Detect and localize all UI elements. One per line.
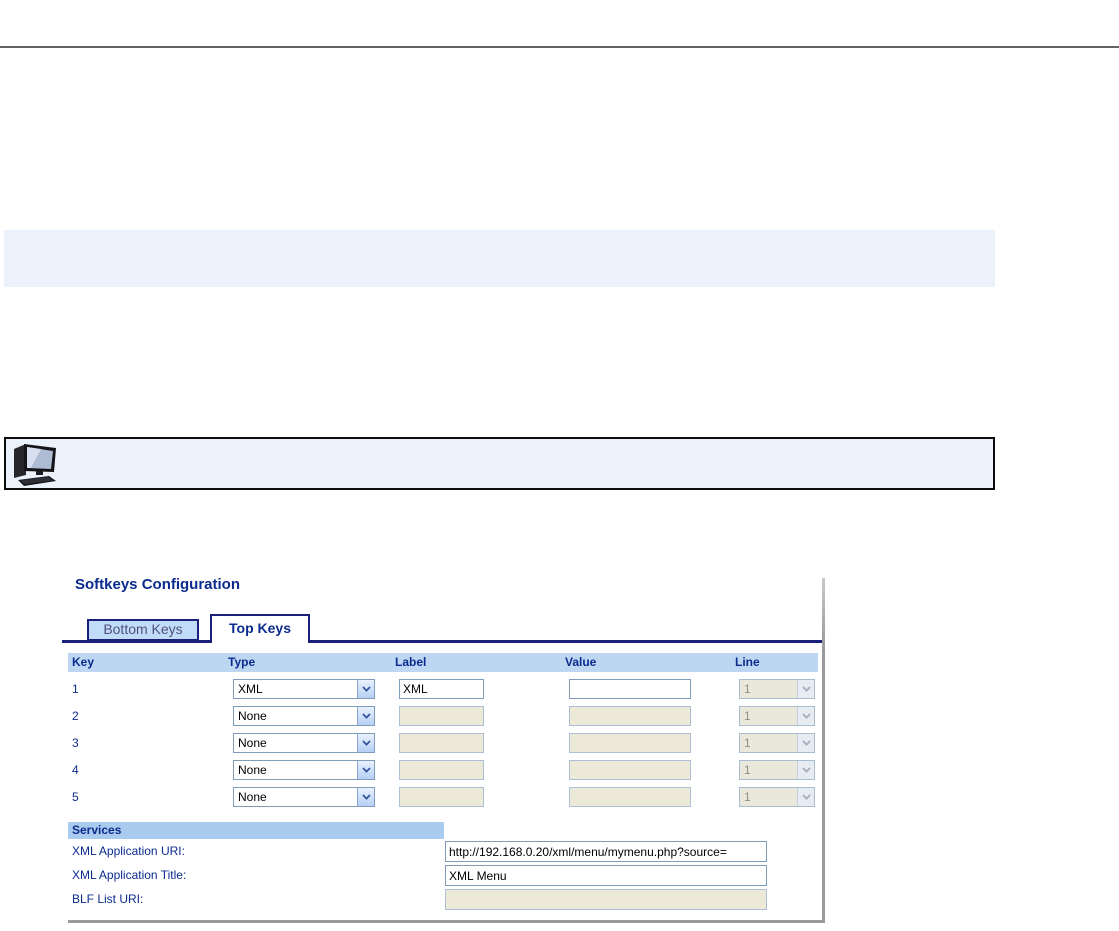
chevron-down-icon [797, 707, 814, 725]
key-number: 2 [72, 709, 79, 723]
form-row: BLF List URI: [68, 889, 818, 910]
column-header-type: Type [228, 655, 256, 669]
page-title: Softkeys Configuration [75, 576, 241, 593]
label-input [399, 733, 484, 753]
line-dropdown-value: 1 [744, 736, 751, 750]
tab-bottom-keys[interactable]: Bottom Keys [87, 619, 199, 641]
line-dropdown: 1 [739, 706, 815, 726]
table-row: 1 XML 1 [68, 679, 818, 700]
line-dropdown: 1 [739, 679, 815, 699]
key-number: 5 [72, 790, 79, 804]
type-dropdown[interactable]: XML [233, 679, 375, 699]
chevron-down-icon [797, 788, 814, 806]
type-dropdown[interactable]: None [233, 733, 375, 753]
blf-list-uri-input [445, 889, 767, 910]
services-title: Services [72, 823, 122, 837]
label-input [399, 787, 484, 807]
table-row: 3 None 1 [68, 733, 818, 754]
column-header-value: Value [565, 655, 597, 669]
type-dropdown-value: None [238, 790, 267, 804]
label-input [399, 760, 484, 780]
line-dropdown: 1 [739, 760, 815, 780]
line-dropdown-value: 1 [744, 709, 751, 723]
value-input [569, 760, 691, 780]
chevron-down-icon[interactable] [357, 734, 374, 752]
blf-list-uri-label: BLF List URI: [72, 892, 144, 906]
line-dropdown: 1 [739, 787, 815, 807]
line-dropdown-value: 1 [744, 790, 751, 804]
table-header-row: Key Type Label Value Line [68, 653, 818, 672]
value-input [569, 706, 691, 726]
key-number: 4 [72, 763, 79, 777]
panel-shadow-right [822, 578, 825, 923]
line-dropdown-value: 1 [744, 682, 751, 696]
key-number: 3 [72, 736, 79, 750]
note-box-with-icon [4, 437, 995, 490]
chevron-down-icon [797, 680, 814, 698]
type-dropdown[interactable]: None [233, 787, 375, 807]
chevron-down-icon[interactable] [357, 761, 374, 779]
key-number: 1 [72, 682, 79, 696]
form-row: XML Application Title: [68, 865, 818, 886]
panel-shadow-bottom [68, 920, 825, 923]
document-page: Softkeys Configuration Bottom Keys Top K… [0, 0, 1119, 931]
column-header-key: Key [72, 655, 95, 669]
type-dropdown-value: None [238, 763, 267, 777]
table-row: 2 None 1 [68, 706, 818, 727]
label-input[interactable] [399, 679, 484, 699]
xml-application-uri-label: XML Application URI: [72, 844, 185, 858]
type-dropdown[interactable]: None [233, 760, 375, 780]
chevron-down-icon [797, 761, 814, 779]
chevron-down-icon[interactable] [357, 788, 374, 806]
chevron-down-icon [797, 734, 814, 752]
value-input[interactable] [569, 679, 691, 699]
table-row: 4 None 1 [68, 760, 818, 781]
note-box [4, 230, 995, 287]
form-row: XML Application URI: [68, 841, 818, 862]
computer-icon [11, 441, 63, 487]
chevron-down-icon[interactable] [357, 680, 374, 698]
services-section-header: Services [68, 822, 444, 839]
type-dropdown-value: None [238, 709, 267, 723]
softkeys-configuration-screenshot: Softkeys Configuration Bottom Keys Top K… [62, 570, 826, 926]
type-dropdown-value: XML [238, 682, 263, 696]
label-input [399, 706, 484, 726]
type-dropdown-value: None [238, 736, 267, 750]
type-dropdown[interactable]: None [233, 706, 375, 726]
chevron-down-icon[interactable] [357, 707, 374, 725]
table-row: 5 None 1 [68, 787, 818, 808]
xml-application-uri-input[interactable] [445, 841, 767, 862]
top-rule [0, 46, 1119, 48]
xml-application-title-input[interactable] [445, 865, 767, 886]
column-header-label: Label [395, 655, 427, 669]
line-dropdown: 1 [739, 733, 815, 753]
line-dropdown-value: 1 [744, 763, 751, 777]
value-input [569, 787, 691, 807]
value-input [569, 733, 691, 753]
tab-top-keys[interactable]: Top Keys [210, 614, 310, 643]
xml-application-title-label: XML Application Title: [72, 868, 187, 882]
tab-underline [62, 640, 822, 643]
column-header-line: Line [735, 655, 760, 669]
